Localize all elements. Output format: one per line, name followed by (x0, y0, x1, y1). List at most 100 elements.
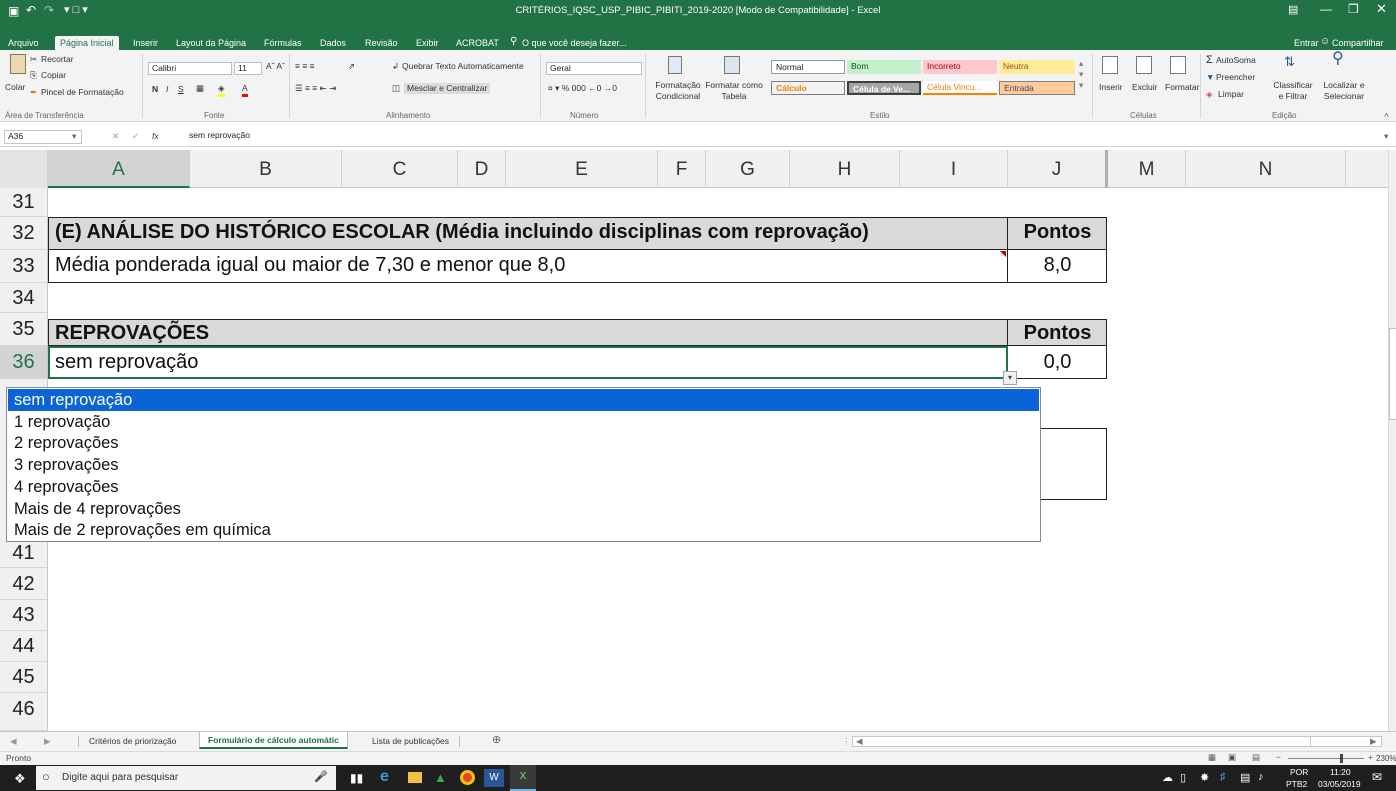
dropdown-option[interactable]: 1 reprovação (8, 411, 1039, 433)
bold-icon[interactable]: N (152, 84, 158, 95)
points-header[interactable]: Pontos (1008, 221, 1107, 244)
section-title-reprovacoes[interactable]: REPROVAÇÕES (55, 322, 209, 345)
excel-taskbar-icon[interactable]: X (510, 765, 536, 791)
vertical-scrollbar[interactable] (1388, 150, 1396, 731)
formula-input[interactable]: sem reprovação (186, 130, 1380, 144)
select-all-corner[interactable] (0, 150, 48, 188)
word-icon[interactable]: W (484, 769, 504, 787)
tab-revisao[interactable]: Revisão (365, 36, 398, 50)
autosum-button[interactable]: AutoSoma (1216, 55, 1256, 66)
clock-date[interactable]: 03/05/2019 (1318, 779, 1361, 789)
file-explorer-icon[interactable] (408, 772, 422, 783)
tab-layout[interactable]: Layout da Página (176, 36, 246, 50)
name-box-dropdown-icon[interactable]: ▾ (72, 131, 76, 142)
paste-icon[interactable] (10, 54, 26, 74)
reprovacoes-cell[interactable]: sem reprovação (55, 351, 198, 374)
insert-cells-button[interactable]: Inserir (1099, 82, 1123, 93)
chrome-icon[interactable] (460, 770, 475, 785)
style-calculo[interactable]: Cálculo (771, 81, 845, 95)
tab-dados[interactable]: Dados (320, 36, 346, 50)
row-header-46[interactable]: 46 (0, 693, 48, 731)
style-neutra[interactable]: Neutra (999, 60, 1075, 74)
style-celula-verificacao[interactable]: Célula de Ve... (847, 81, 921, 95)
delete-cells-button[interactable]: Excluir (1132, 82, 1158, 93)
points-value-33[interactable]: 8,0 (1008, 254, 1107, 277)
dropdown-option[interactable]: Mais de 4 reprovações (8, 498, 1039, 520)
dropdown-option[interactable]: 3 reprovações (8, 454, 1039, 476)
grow-font-icon[interactable]: Aˆ Aˇ (266, 61, 285, 72)
insert-function-icon[interactable]: fx (152, 131, 159, 142)
align-left-icon[interactable]: ☰ ≡ ≡ ⇤ ⇥ (295, 83, 336, 94)
scroll-left-icon[interactable]: ◀ (856, 736, 863, 747)
ribbon-display-icon[interactable]: ▤ (1288, 3, 1298, 16)
media-ponderada-cell[interactable]: Média ponderada igual ou maior de 7,30 e… (55, 254, 565, 277)
clear-button[interactable]: Limpar (1218, 89, 1244, 100)
styles-scroll-icon[interactable]: ▴ ▾ ▾ (1079, 58, 1083, 91)
format-painter-button[interactable]: Pincel de Formatação (41, 87, 124, 98)
column-header-j[interactable]: J (1008, 150, 1108, 188)
battery-icon[interactable]: ▯ (1180, 771, 1186, 784)
tab-inserir[interactable]: Inserir (133, 36, 158, 50)
orientation-icon[interactable]: ⇗ (348, 61, 355, 72)
column-header-b[interactable]: B (190, 150, 342, 188)
row-header-42[interactable]: 42 (0, 568, 48, 600)
windows-start-icon[interactable]: ❖ (14, 771, 26, 787)
bluetooth-icon[interactable]: ♯ (1220, 771, 1226, 783)
share-button[interactable]: Compartilhar (1332, 36, 1384, 50)
sheet-tab-formulario[interactable]: Formulário de cálculo automátic (199, 732, 348, 749)
prev-sheet-icon[interactable]: ◀ (10, 736, 17, 747)
font-name-select[interactable]: Calibri (148, 62, 232, 75)
zoom-out-icon[interactable]: − (1276, 752, 1281, 763)
taskbar-search-box[interactable]: ○ Digite aqui para pesquisar 🎤 (36, 766, 336, 790)
sort-filter-button[interactable]: Classificar e Filtrar (1270, 80, 1316, 102)
dropdown-option[interactable]: sem reprovação (8, 389, 1039, 411)
find-select-button[interactable]: Localizar e Selecionar (1318, 80, 1370, 102)
format-table-icon[interactable] (724, 56, 740, 74)
minimize-icon[interactable]: — (1320, 2, 1332, 16)
column-header-n[interactable]: N (1186, 150, 1346, 188)
page-layout-icon[interactable]: ▣ (1228, 752, 1236, 763)
paste-label[interactable]: Colar (5, 82, 25, 93)
horizontal-scrollbar[interactable]: ◀ ▶ (852, 736, 1382, 747)
column-header-e[interactable]: E (506, 150, 658, 188)
format-cells-button[interactable]: Formatar (1165, 82, 1199, 93)
insert-cells-icon[interactable] (1102, 56, 1118, 74)
clock-time[interactable]: 11:20 (1330, 767, 1351, 777)
tab-pagina-inicial[interactable]: Página Inicial (55, 36, 119, 50)
validation-dropdown-list[interactable]: sem reprovação 1 reprovação 2 reprovaçõe… (6, 387, 1041, 542)
notifications-icon[interactable]: ✉ (1372, 770, 1382, 784)
copy-button[interactable]: Copiar (41, 70, 66, 81)
zoom-slider[interactable] (1288, 758, 1364, 759)
sheet-tab-lista[interactable]: Lista de publicações (372, 736, 461, 747)
search-icon[interactable]: ⚲ (1332, 51, 1344, 67)
tab-exibir[interactable]: Exibir (416, 36, 439, 50)
tab-formulas[interactable]: Fórmulas (264, 36, 302, 50)
conditional-format-icon[interactable] (668, 56, 682, 74)
row-header-32[interactable]: 32 (0, 217, 48, 250)
style-incorreto[interactable]: Incorreto (923, 60, 997, 74)
fill-color-icon[interactable]: ◈ (218, 83, 225, 97)
cancel-icon[interactable]: ✕ (112, 131, 119, 142)
merge-center-button[interactable]: Mesclar e Centralizar (404, 83, 491, 94)
row-header-34[interactable]: 34 (0, 283, 48, 313)
keyboard-layout[interactable]: PTB2 (1286, 779, 1307, 789)
page-break-icon[interactable]: ▤ (1252, 752, 1260, 763)
style-normal[interactable]: Normal (771, 60, 845, 74)
underline-icon[interactable]: S (178, 84, 184, 95)
row-header-31[interactable]: 31 (0, 188, 48, 217)
dropdown-option[interactable]: 4 reprovações (8, 476, 1039, 498)
name-box[interactable]: A36 (4, 130, 82, 144)
currency-icon[interactable]: ¤ ▾ % 000 ←0 →0 (548, 83, 617, 94)
format-cells-icon[interactable] (1170, 56, 1186, 74)
tab-arquivo[interactable]: Arquivo (8, 36, 39, 50)
conditional-format-button[interactable]: Formatação Condicional (650, 80, 706, 102)
align-top-icon[interactable]: ≡ ≡ ≡ (295, 61, 315, 72)
format-table-button[interactable]: Formatar como Tabela (704, 80, 764, 102)
row-header-35[interactable]: 35 (0, 313, 48, 346)
tell-me-input[interactable]: O que você deseja fazer... (522, 36, 627, 50)
column-header-g[interactable]: G (706, 150, 790, 188)
dropdown-option[interactable]: Mais de 2 reprovações em química (8, 519, 1039, 541)
zoom-in-icon[interactable]: + (1368, 752, 1373, 763)
task-view-icon[interactable]: ▮▮ (350, 771, 363, 785)
scroll-right-icon[interactable]: ▶ (1370, 736, 1377, 747)
